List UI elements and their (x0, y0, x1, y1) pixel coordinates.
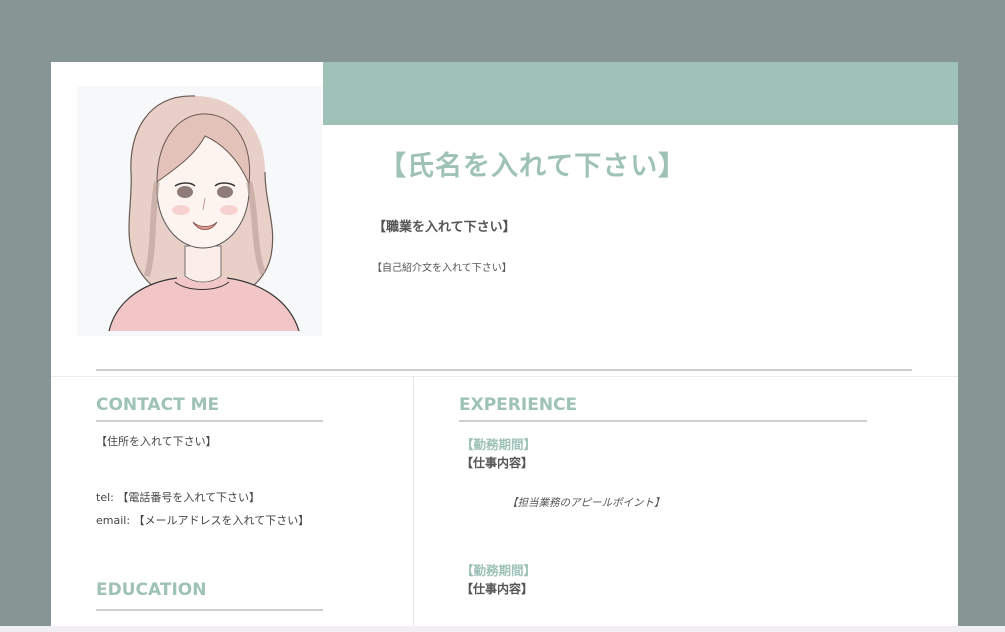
occupation: 【職業を入れて下さい】 (373, 220, 516, 235)
contact-title-rule (96, 420, 323, 422)
experience-title-rule (459, 420, 867, 422)
contact-address: 【住所を入れて下さい】 (96, 435, 217, 448)
header-color-band (323, 62, 958, 125)
contact-tel: tel: 【電話番号を入れて下さい】 (96, 491, 261, 504)
experience-title: EXPERIENCE (459, 395, 578, 415)
education-title: EDUCATION (96, 580, 207, 600)
experience-job: 【仕事内容】 (461, 582, 534, 596)
self-introduction: 【自己紹介文を入れて下さい】 (372, 263, 512, 274)
experience-job: 【仕事内容】 (461, 456, 534, 470)
candidate-name: 【氏名を入れて下さい】 (379, 151, 687, 182)
resume-page: 【氏名を入れて下さい】 【職業を入れて下さい】 【自己紹介文を入れて下さい】 C… (51, 62, 958, 626)
header-divider (96, 369, 912, 371)
experience-period: 【勤務期間】 (461, 437, 537, 452)
experience-appeal: 【担当業務のアピールポイント】 (507, 497, 665, 509)
education-title-rule (96, 609, 323, 611)
experience-period: 【勤務期間】 (461, 563, 537, 578)
section-divider (51, 376, 958, 377)
portrait-illustration (77, 86, 322, 336)
contact-title: CONTACT ME (96, 395, 220, 415)
bottom-strip (0, 626, 1005, 632)
contact-email: email: 【メールアドレスを入れて下さい】 (96, 514, 310, 527)
column-divider (413, 377, 414, 626)
